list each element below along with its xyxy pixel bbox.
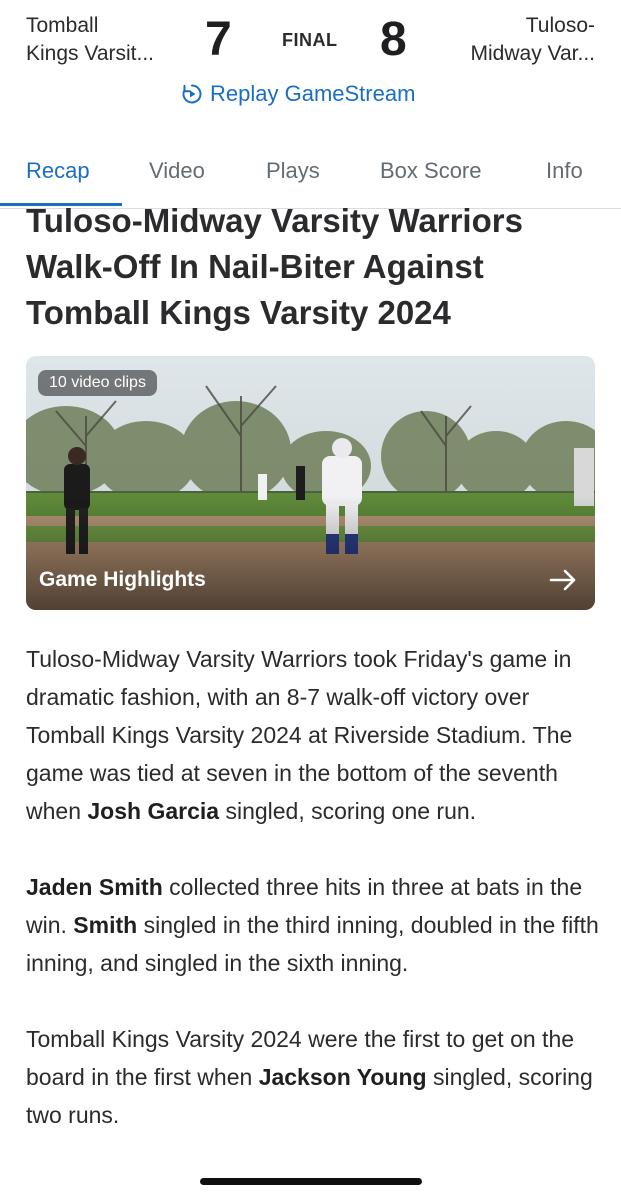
recap-text: singled, scoring one run. xyxy=(219,798,477,824)
away-team-name-line2: Kings Varsit... xyxy=(26,42,154,65)
away-team-name[interactable]: Tomball Kings Varsit... xyxy=(26,12,154,68)
player-name: Jaden Smith xyxy=(26,874,163,900)
player-name: Jackson Young xyxy=(258,1064,427,1090)
away-team-name-line1: Tomball xyxy=(26,14,99,37)
recap-paragraph: Tuloso-Midway Varsity Warriors took Frid… xyxy=(26,640,601,830)
video-title: Game Highlights xyxy=(39,568,206,591)
tab-info[interactable]: Info xyxy=(546,158,583,184)
video-clips-badge: 10 video clips xyxy=(38,370,157,396)
scoreboard: Tomball Kings Varsit... 7 FINAL 8 Tuloso… xyxy=(0,0,621,125)
player-name: Smith xyxy=(73,912,138,938)
home-team-score: 8 xyxy=(380,13,407,66)
replay-gamestream-link[interactable]: Replay GameStream xyxy=(180,81,415,107)
player-name: Josh Garcia xyxy=(87,798,220,824)
game-status: FINAL xyxy=(282,30,338,50)
game-highlights-video-card[interactable]: 10 video clips Game Highlights xyxy=(26,356,595,610)
recap-body: Tuloso-Midway Varsity Warriors took Frid… xyxy=(26,640,601,1172)
tab-video[interactable]: Video xyxy=(149,158,205,184)
replay-gamestream-label: Replay GameStream xyxy=(210,81,416,106)
home-team-name-line2: Midway Var... xyxy=(470,42,595,65)
arrow-right-icon xyxy=(549,569,576,591)
replay-icon xyxy=(182,84,202,104)
recap-paragraph: Jaden Smith collected three hits in thre… xyxy=(26,868,601,982)
tab-plays[interactable]: Plays xyxy=(266,158,320,184)
home-indicator[interactable] xyxy=(200,1178,422,1185)
tab-recap[interactable]: Recap xyxy=(26,158,90,184)
article-headline: Tuloso-Midway Varsity Warriors Walk-Off … xyxy=(26,202,523,331)
tab-box-score[interactable]: Box Score xyxy=(380,158,482,184)
away-team-score: 7 xyxy=(205,13,232,66)
home-team-name[interactable]: Tuloso- Midway Var... xyxy=(471,12,595,68)
home-team-name-line1: Tuloso- xyxy=(525,14,595,37)
recap-paragraph: Tomball Kings Varsity 2024 were the firs… xyxy=(26,1020,601,1134)
